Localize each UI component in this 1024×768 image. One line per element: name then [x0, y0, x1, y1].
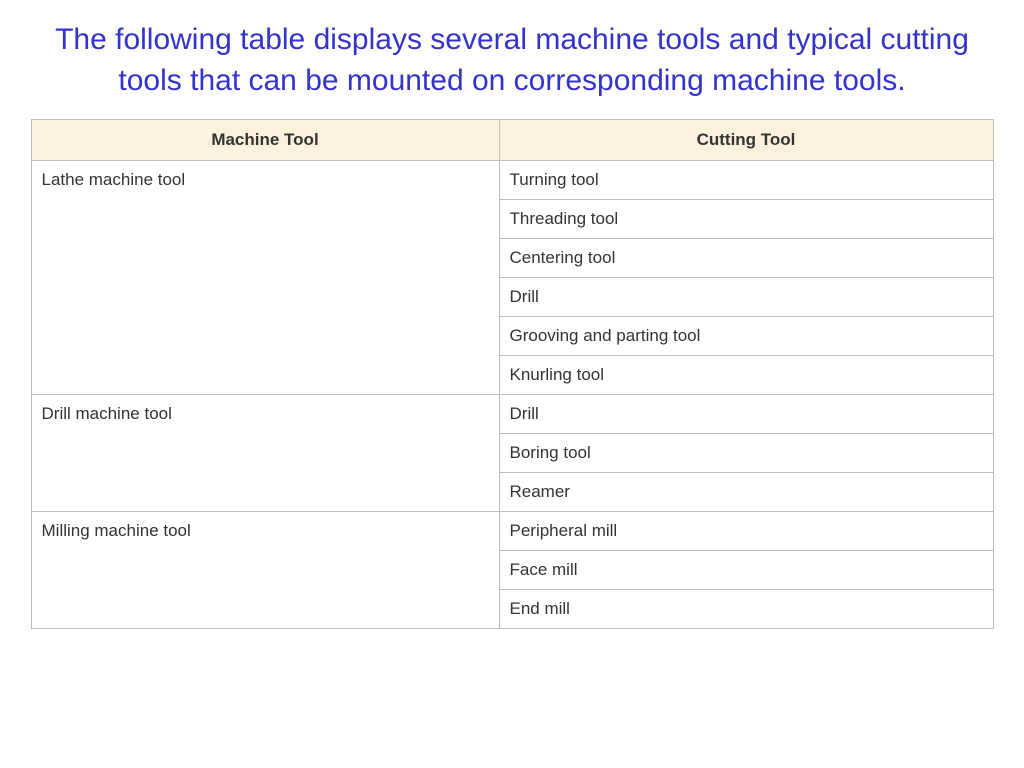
cutting-tool-cell: Reamer — [499, 473, 993, 512]
table-row: Lathe machine tool Turning tool — [31, 161, 993, 200]
cutting-tool-cell: Grooving and parting tool — [499, 317, 993, 356]
cutting-tool-cell: Threading tool — [499, 200, 993, 239]
cutting-tool-cell: Turning tool — [499, 161, 993, 200]
machine-tool-cell: Lathe machine tool — [31, 161, 499, 395]
cutting-tool-cell: Face mill — [499, 551, 993, 590]
table-row: Drill machine tool Drill — [31, 395, 993, 434]
cutting-tool-cell: Centering tool — [499, 239, 993, 278]
header-cutting-tool: Cutting Tool — [499, 120, 993, 161]
cutting-tool-cell: Knurling tool — [499, 356, 993, 395]
cutting-tool-cell: Peripheral mill — [499, 512, 993, 551]
machine-tool-cell: Drill machine tool — [31, 395, 499, 512]
cutting-tool-cell: Drill — [499, 395, 993, 434]
page-title: The following table displays several mac… — [52, 20, 972, 101]
machine-cutting-table: Machine Tool Cutting Tool Lathe machine … — [31, 119, 994, 629]
cutting-tool-cell: Drill — [499, 278, 993, 317]
cutting-tool-cell: End mill — [499, 590, 993, 629]
machine-tool-cell: Milling machine tool — [31, 512, 499, 629]
cutting-tool-cell: Boring tool — [499, 434, 993, 473]
table-header-row: Machine Tool Cutting Tool — [31, 120, 993, 161]
page-container: The following table displays several mac… — [0, 0, 1024, 629]
header-machine-tool: Machine Tool — [31, 120, 499, 161]
table-row: Milling machine tool Peripheral mill — [31, 512, 993, 551]
